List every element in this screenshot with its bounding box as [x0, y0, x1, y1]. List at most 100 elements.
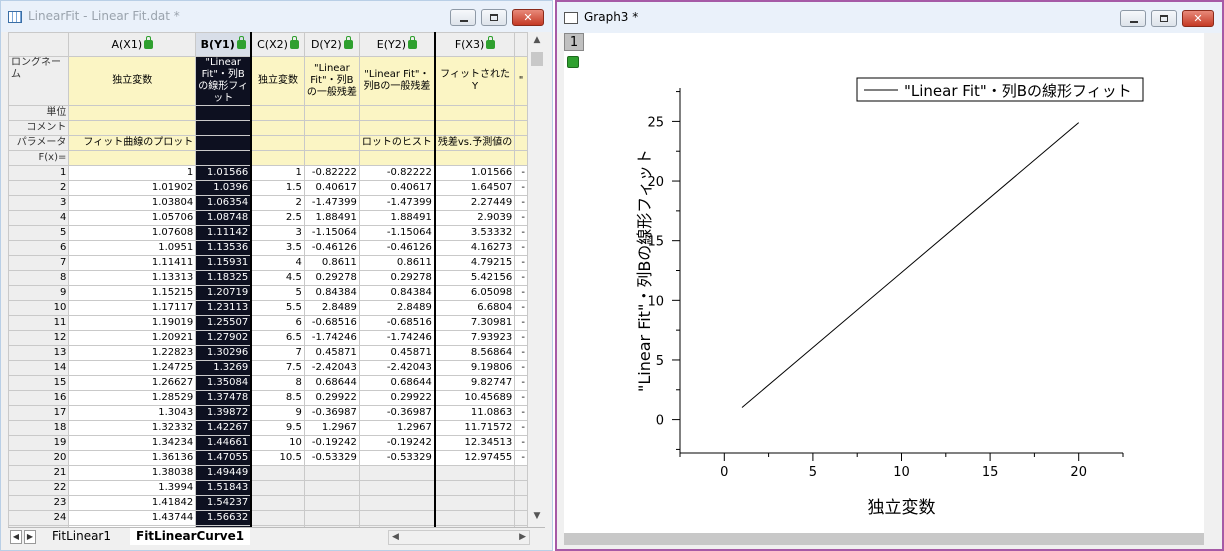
scroll-right-icon[interactable]: ▶ [519, 531, 526, 544]
table-cell[interactable]: 1.06354 [195, 195, 253, 211]
table-cell[interactable]: 11.71572 [434, 420, 516, 436]
table-cell[interactable]: - [514, 285, 528, 301]
table-cell[interactable]: 1.03804 [68, 195, 197, 211]
table-cell[interactable]: 3.53332 [434, 225, 516, 241]
table-cell[interactable] [250, 465, 305, 481]
table-cell[interactable]: 7 [250, 345, 305, 361]
table-cell[interactable]: 0.68644 [303, 375, 360, 391]
table-cell[interactable]: 1.5 [250, 180, 305, 196]
table-cell[interactable]: 1.11142 [195, 225, 253, 241]
table-cell[interactable]: 0.84384 [303, 285, 360, 301]
table-cell[interactable]: 1.44661 [195, 435, 253, 451]
table-cell[interactable]: 10.5 [250, 450, 305, 466]
table-cell[interactable]: - [514, 300, 528, 316]
table-cell[interactable]: - [514, 360, 528, 376]
units-cell[interactable] [195, 105, 253, 121]
table-cell[interactable]: 5.5 [250, 300, 305, 316]
table-cell[interactable]: -0.68516 [303, 315, 360, 331]
table-cell[interactable]: 1.19019 [68, 315, 197, 331]
table-cell[interactable]: 0.45871 [358, 345, 436, 361]
table-cell[interactable]: - [514, 405, 528, 421]
table-cell[interactable]: -0.36987 [303, 405, 360, 421]
table-cell[interactable] [434, 465, 516, 481]
table-row[interactable]: 23 1.41842 1.54237 [8, 495, 528, 511]
table-row[interactable]: 14 1.24725 1.3269 7.5 -2.42043 -2.42043 9.1980… [8, 360, 528, 376]
table-cell[interactable]: 7.93923 [434, 330, 516, 346]
table-cell[interactable]: 7.5 [250, 360, 305, 376]
scroll-up-icon[interactable]: ▲ [531, 34, 543, 46]
table-cell[interactable]: - [514, 330, 528, 346]
table-cell[interactable]: 1.32332 [68, 420, 197, 436]
table-cell[interactable]: 1.07608 [68, 225, 197, 241]
table-cell[interactable]: 3 [250, 225, 305, 241]
table-cell[interactable]: -0.68516 [358, 315, 436, 331]
table-cell[interactable]: - [514, 420, 528, 436]
row-number[interactable]: 2 [8, 180, 70, 196]
table-cell[interactable]: 1.15215 [68, 285, 197, 301]
table-cell[interactable]: -2.42043 [358, 360, 436, 376]
fx-cell[interactable] [195, 150, 253, 166]
table-cell[interactable]: 4.5 [250, 270, 305, 286]
table-cell[interactable]: 1.38038 [68, 465, 197, 481]
longname-cell-d[interactable]: "Linear Fit"・列Bの一般残差 [303, 56, 360, 106]
table-cell[interactable]: -1.15064 [303, 225, 360, 241]
table-cell[interactable]: - [514, 165, 528, 181]
table-row[interactable]: 1 1 1.01566 1 -0.82222 -0.82222 1.01566- [8, 165, 528, 181]
table-cell[interactable]: 1.01902 [68, 180, 197, 196]
table-cell[interactable]: - [514, 240, 528, 256]
table-cell[interactable]: 1.20719 [195, 285, 253, 301]
row-number[interactable]: 21 [8, 465, 70, 481]
column-header-f[interactable]: F(X3) [434, 32, 516, 57]
table-cell[interactable]: 1.23113 [195, 300, 253, 316]
table-cell[interactable]: 8.5 [250, 390, 305, 406]
comment-cell[interactable] [68, 120, 197, 136]
table-cell[interactable] [358, 480, 436, 496]
table-cell[interactable]: 0.29922 [358, 390, 436, 406]
table-cell[interactable]: 1.41842 [68, 495, 197, 511]
row-number[interactable]: 19 [8, 435, 70, 451]
table-row[interactable]: 24 1.43744 1.56632 [8, 510, 528, 526]
table-cell[interactable] [303, 510, 360, 526]
table-cell[interactable]: 1.15931 [195, 255, 253, 271]
units-cell[interactable] [514, 105, 528, 121]
table-row[interactable]: 18 1.32332 1.42267 9.5 1.2967 1.2967 11.71572- [8, 420, 528, 436]
table-cell[interactable]: 11.0863 [434, 405, 516, 421]
table-cell[interactable]: 2.9039 [434, 210, 516, 226]
table-cell[interactable]: 7.30981 [434, 315, 516, 331]
fx-cell[interactable] [514, 150, 528, 166]
table-cell[interactable]: 1.35084 [195, 375, 253, 391]
table-cell[interactable]: 0.8611 [358, 255, 436, 271]
table-cell[interactable]: 4.16273 [434, 240, 516, 256]
table-cell[interactable]: 0.29278 [358, 270, 436, 286]
row-number[interactable]: 23 [8, 495, 70, 511]
column-header-a[interactable]: A(X1) [68, 32, 197, 57]
tab-prev-icon[interactable]: ◀ [10, 530, 22, 544]
table-row[interactable]: 16 1.28529 1.37478 8.5 0.29922 0.29922 10.4568… [8, 390, 528, 406]
table-cell[interactable]: 1.01566 [434, 165, 516, 181]
table-cell[interactable]: 12.97455 [434, 450, 516, 466]
close-button[interactable]: ✕ [1182, 10, 1214, 27]
row-number[interactable]: 10 [8, 300, 70, 316]
table-cell[interactable]: 1.3269 [195, 360, 253, 376]
table-cell[interactable]: 2.5 [250, 210, 305, 226]
row-number[interactable]: 3 [8, 195, 70, 211]
table-cell[interactable]: 1.26627 [68, 375, 197, 391]
table-cell[interactable] [358, 465, 436, 481]
table-cell[interactable] [514, 510, 528, 526]
comment-cell[interactable] [303, 120, 360, 136]
table-cell[interactable]: - [514, 195, 528, 211]
table-cell[interactable]: 1.2967 [303, 420, 360, 436]
table-cell[interactable]: -1.47399 [303, 195, 360, 211]
table-cell[interactable]: 2 [250, 195, 305, 211]
table-cell[interactable]: 1.13313 [68, 270, 197, 286]
table-cell[interactable]: -0.82222 [303, 165, 360, 181]
table-cell[interactable]: 10.45689 [434, 390, 516, 406]
table-cell[interactable]: - [514, 390, 528, 406]
tab-fitlinear1[interactable]: FitLinear1 [46, 528, 117, 545]
table-cell[interactable]: - [514, 315, 528, 331]
table-cell[interactable] [303, 495, 360, 511]
table-cell[interactable]: 2.8489 [303, 300, 360, 316]
comment-cell[interactable] [358, 120, 436, 136]
table-row[interactable]: 10 1.17117 1.23113 5.5 2.8489 2.8489 6.6804- [8, 300, 528, 316]
table-row[interactable]: 12 1.20921 1.27902 6.5 -1.74246 -1.74246 7.939… [8, 330, 528, 346]
